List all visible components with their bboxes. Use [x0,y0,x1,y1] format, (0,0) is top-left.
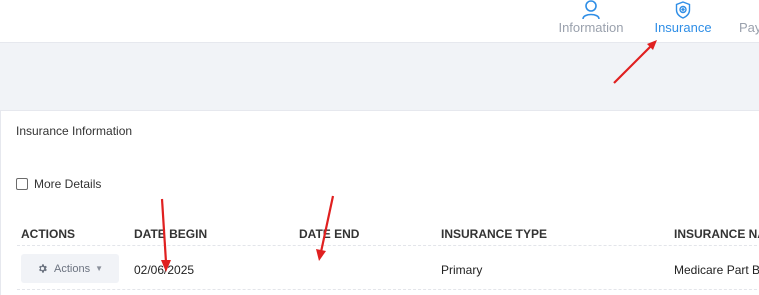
arrow-to-insurance-tab [613,40,657,84]
annotation-arrows [160,40,657,272]
arrow-to-date-begin [160,198,171,272]
arrow-to-date-end [316,195,335,261]
